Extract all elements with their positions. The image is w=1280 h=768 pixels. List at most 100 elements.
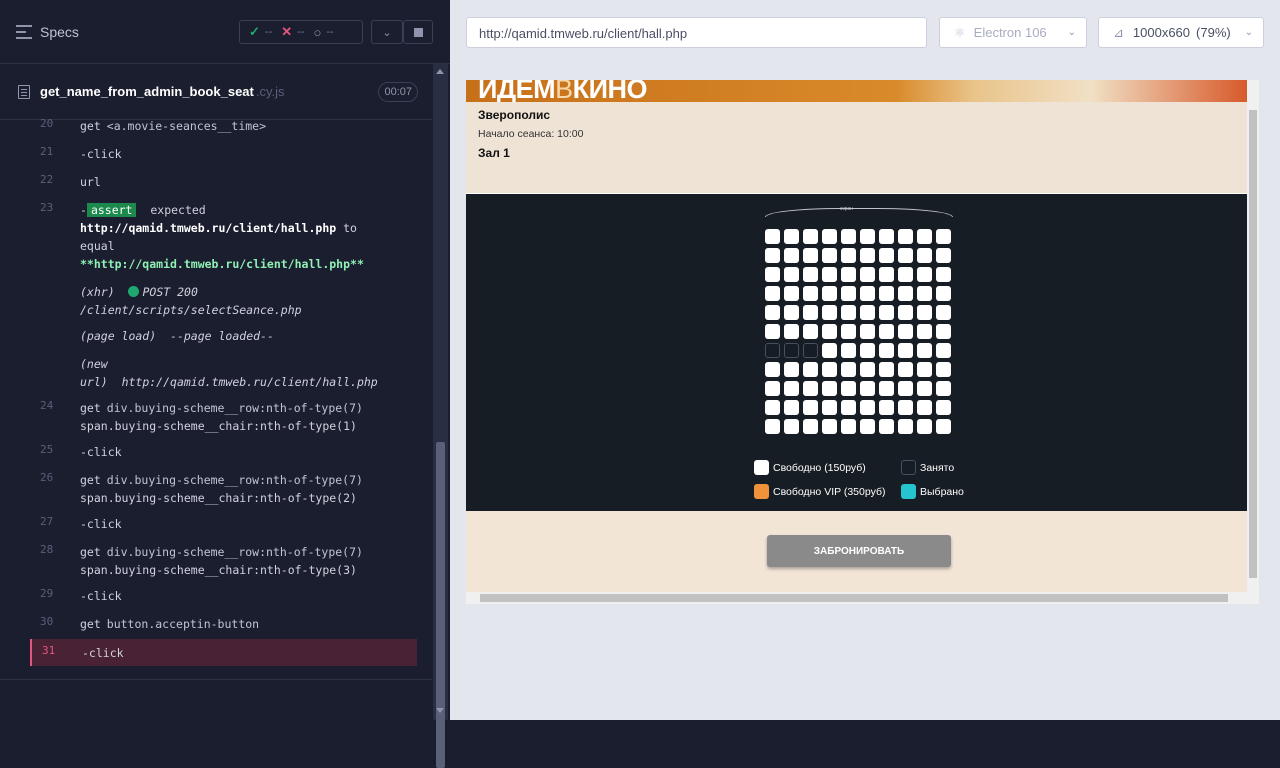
seat[interactable] [822,400,837,415]
seat[interactable] [898,419,913,434]
seat[interactable] [784,286,799,301]
book-button[interactable]: ЗАБРОНИРОВАТЬ [767,535,951,567]
seat[interactable] [898,267,913,282]
seat[interactable] [860,305,875,320]
seat[interactable] [784,248,799,263]
seat[interactable] [917,267,932,282]
xhr-event-row[interactable]: (xhr) POST 200/client/scripts/selectSean… [30,283,417,319]
failed-command-row[interactable]: 31 -click [30,639,417,666]
seat[interactable] [841,419,856,434]
seat[interactable] [917,229,932,244]
command-row[interactable]: 21 -click [30,145,417,163]
seat[interactable] [784,229,799,244]
spec-file-name[interactable]: get_name_from_admin_book_seat [40,84,254,99]
iframe-vertical-scrollbar[interactable] [1247,80,1259,592]
seat[interactable] [765,419,780,434]
seat[interactable] [898,362,913,377]
seat[interactable] [765,229,780,244]
seat[interactable] [936,343,951,358]
seat[interactable] [879,362,894,377]
seat[interactable] [765,305,780,320]
seat[interactable] [803,381,818,396]
seat[interactable] [879,400,894,415]
seat[interactable] [822,362,837,377]
seat[interactable] [841,229,856,244]
seat[interactable] [822,286,837,301]
seat[interactable] [803,248,818,263]
seat[interactable] [784,400,799,415]
seat[interactable] [841,343,856,358]
command-row[interactable]: 20 get <a.movie-seances__time> [30,117,417,135]
specs-label[interactable]: Specs [40,24,79,40]
seat[interactable] [917,400,932,415]
command-row[interactable]: 28 get div.buying-scheme__row:nth-of-type… [30,543,417,579]
seat[interactable] [860,343,875,358]
seat[interactable] [765,324,780,339]
seat[interactable] [860,362,875,377]
seat[interactable] [784,324,799,339]
seat[interactable] [936,248,951,263]
command-row[interactable]: 22 url [30,173,417,191]
seat[interactable] [841,381,856,396]
seat[interactable] [917,362,932,377]
seat[interactable] [860,381,875,396]
viewport-selector[interactable]: ⊿ 1000x660 (79%) ⌄ [1098,17,1264,48]
seat[interactable] [898,381,913,396]
seat[interactable] [898,400,913,415]
command-row[interactable]: 27 -click [30,515,417,533]
scroll-up-icon[interactable] [436,69,444,74]
expand-button[interactable]: ⌄ [371,20,403,44]
seat[interactable] [765,400,780,415]
command-row[interactable]: 26 get div.buying-scheme__row:nth-of-type… [30,471,417,507]
seat[interactable] [936,362,951,377]
iframe-horizontal-scrollbar[interactable] [466,592,1259,604]
seat[interactable] [898,286,913,301]
seat[interactable] [936,305,951,320]
seat[interactable] [765,248,780,263]
seat[interactable] [784,267,799,282]
seat[interactable] [860,248,875,263]
seat[interactable] [879,381,894,396]
seat[interactable] [898,343,913,358]
seat[interactable] [898,305,913,320]
scrollbar-thumb[interactable] [436,442,445,768]
seat[interactable] [917,305,932,320]
seat[interactable] [860,267,875,282]
command-row[interactable]: 25 -click [30,443,417,461]
seat[interactable] [841,267,856,282]
specs-icon[interactable] [16,24,32,39]
seat[interactable] [765,381,780,396]
seat[interactable] [803,419,818,434]
command-row[interactable]: 24 get div.buying-scheme__row:nth-of-type… [30,399,417,435]
seat[interactable] [841,400,856,415]
seat[interactable] [822,229,837,244]
seat[interactable] [841,362,856,377]
seat[interactable] [936,419,951,434]
seat[interactable] [841,248,856,263]
seat[interactable] [860,419,875,434]
seat[interactable] [803,267,818,282]
seat[interactable] [765,267,780,282]
seat[interactable] [879,305,894,320]
seat[interactable] [936,400,951,415]
seat[interactable] [803,400,818,415]
seat[interactable] [917,419,932,434]
seat[interactable] [860,324,875,339]
seat[interactable] [841,286,856,301]
seat[interactable] [803,229,818,244]
seat[interactable] [936,229,951,244]
scrollbar-thumb[interactable] [480,594,1228,602]
seat[interactable] [803,305,818,320]
seat[interactable] [860,286,875,301]
seat[interactable] [879,229,894,244]
seat[interactable] [860,400,875,415]
seat[interactable] [879,248,894,263]
seat[interactable] [936,324,951,339]
seat[interactable] [898,324,913,339]
seat[interactable] [822,267,837,282]
new-url-event-row[interactable]: (new url) http://qamid.tmweb.ru/client/ha… [30,355,417,391]
seat[interactable] [936,381,951,396]
seat[interactable] [936,267,951,282]
seat[interactable] [879,419,894,434]
seat[interactable] [822,419,837,434]
